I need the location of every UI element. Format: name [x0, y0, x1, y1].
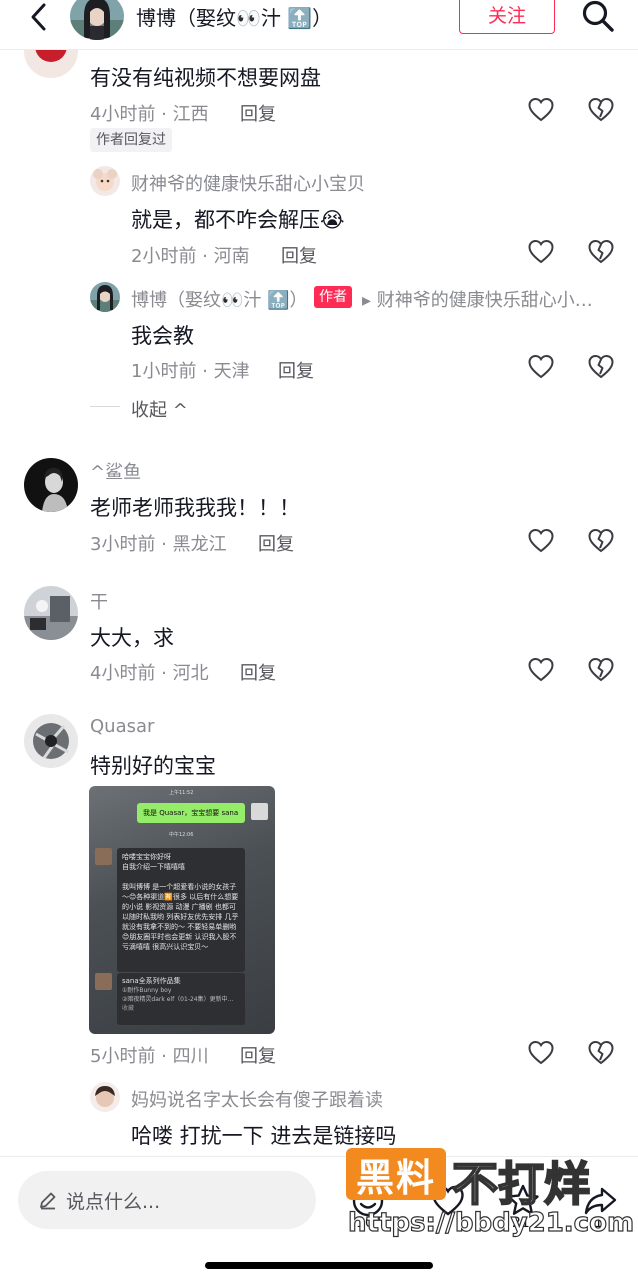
chat-bubble-incoming: 哈喽宝宝你好呀 自我介绍一下嘻嘻嘻 我叫博博 是一个超爱看小说的女孩子～😊各种渠… — [117, 848, 245, 972]
search-icon[interactable] — [580, 0, 616, 34]
author-replied-badge: 作者回复过 — [90, 128, 172, 152]
favorite-count: 21 — [512, 1215, 530, 1231]
shared-card-title: sana全系列作品集 — [122, 977, 181, 985]
shared-card-footer: 收藏 — [122, 1005, 135, 1012]
like-heart-icon[interactable] — [528, 1040, 554, 1066]
comment-input[interactable]: 说点什么... — [18, 1171, 316, 1229]
collapse-divider — [90, 406, 120, 407]
reply-meta: 1小时前 · 天津 — [131, 361, 250, 382]
comment-meta: 5小时前 · 四川 — [90, 1046, 209, 1067]
dislike-broken-heart-icon[interactable] — [588, 657, 614, 683]
replier-avatar[interactable] — [90, 282, 120, 312]
like-icon[interactable] — [430, 1183, 466, 1219]
like-heart-icon[interactable] — [528, 97, 554, 123]
comment-meta: 4小时前 · 江西 — [90, 104, 209, 125]
follow-button[interactable]: 关注 — [459, 0, 555, 34]
replier-avatar[interactable] — [90, 166, 120, 196]
reply-meta: 2小时前 · 河南 — [131, 246, 250, 267]
chat-timestamp: 上午11:52 — [169, 790, 194, 796]
reply-username[interactable]: 博博（娶纹👀汁 🔝） — [131, 286, 308, 312]
chat-bubble-outgoing: 我是 Quasar，宝宝想要 sana — [137, 803, 245, 823]
comment-text: 老师老师我我我！！！ — [90, 496, 300, 520]
comment-text: 大大，求 — [90, 626, 174, 650]
reply-to-username[interactable]: ▸ 财神爷的健康快乐甜心小… — [362, 286, 593, 312]
commenter-username[interactable]: 干 — [90, 588, 108, 614]
author-avatar[interactable] — [70, 0, 124, 40]
reply-text: 就是，都不咋会解压😭 — [131, 208, 345, 232]
chat-bubble-text: 哈喽宝宝你好呀 自我介绍一下嘻嘻嘻 我叫博博 是一个超爱看小说的女孩子～😊各种渠… — [122, 853, 239, 951]
like-heart-icon[interactable] — [528, 528, 554, 554]
favorite-star-icon[interactable] — [505, 1183, 541, 1219]
page-title: 博博（娶纹👀汁 🔝） — [136, 6, 333, 30]
reply-button[interactable]: 回复 — [278, 357, 314, 383]
chat-avatar — [95, 848, 112, 865]
reply-button[interactable]: 回复 — [258, 530, 294, 556]
comment-text: 有没有纯视频不想要网盘 — [90, 66, 321, 90]
comment-input-placeholder: 说点什么... — [66, 1190, 161, 1213]
like-heart-icon[interactable] — [528, 354, 554, 380]
commenter-username[interactable]: ^鲨鱼 — [90, 458, 141, 484]
top-bar: 博博（娶纹👀汁 🔝） 关注 — [0, 0, 638, 50]
emoji-icon[interactable] — [350, 1183, 386, 1219]
dislike-broken-heart-icon[interactable] — [588, 1040, 614, 1066]
dislike-broken-heart-icon[interactable] — [588, 239, 614, 265]
reply-button[interactable]: 回复 — [240, 659, 276, 685]
pencil-icon — [40, 1192, 56, 1210]
back-arrow-icon[interactable] — [22, 0, 56, 34]
reply-button[interactable]: 回复 — [240, 100, 276, 126]
reply-text: 哈喽 打扰一下 进去是链接吗 — [131, 1124, 397, 1148]
author-tag: 作者 — [314, 286, 352, 308]
share-arrow-icon[interactable] — [582, 1183, 618, 1219]
chat-shared-card: sana全系列作品集 ①耐作Bunny boy ②暗夜精灵dark elf（01… — [117, 973, 245, 1025]
reply-username[interactable]: 财神爷的健康快乐甜心小宝贝 — [131, 170, 365, 196]
comment-meta: 4小时前 · 河北 — [90, 663, 209, 684]
reply-button[interactable]: 回复 — [240, 1042, 276, 1068]
dislike-broken-heart-icon[interactable] — [588, 97, 614, 123]
comment-meta: 3小时前 · 黑龙江 — [90, 534, 227, 555]
commenter-avatar[interactable] — [24, 714, 78, 768]
replier-avatar[interactable] — [90, 1082, 120, 1112]
comment-text: 特别好的宝宝 — [90, 754, 216, 778]
reply-text: 我会教 — [131, 324, 194, 348]
like-heart-icon[interactable] — [528, 657, 554, 683]
chat-avatar — [251, 803, 268, 820]
shared-card-text: ①耐作Bunny boy ②暗夜精灵dark elf（01-24集）更新中… — [122, 987, 234, 1003]
chat-avatar — [95, 973, 112, 990]
share-count: 1 — [594, 1215, 603, 1231]
home-indicator[interactable] — [205, 1262, 433, 1269]
emoji-count: 10 — [356, 1215, 374, 1231]
commenter-avatar[interactable] — [24, 586, 78, 640]
chat-timestamp: 中午12:06 — [169, 832, 194, 838]
commenter-username[interactable]: Quasar — [90, 716, 154, 737]
dislike-broken-heart-icon[interactable] — [588, 528, 614, 554]
reply-button[interactable]: 回复 — [281, 242, 317, 268]
like-heart-icon[interactable] — [528, 239, 554, 265]
commenter-avatar[interactable] — [24, 458, 78, 512]
reply-username[interactable]: 妈妈说名字太长会有傻子跟着读 — [131, 1086, 383, 1112]
comment-image-attachment[interactable]: 上午11:52 我是 Quasar，宝宝想要 sana 中午12:06 哈喽宝宝… — [89, 786, 275, 1034]
dislike-broken-heart-icon[interactable] — [588, 354, 614, 380]
collapse-replies-button[interactable]: 收起 ^ — [131, 396, 188, 422]
